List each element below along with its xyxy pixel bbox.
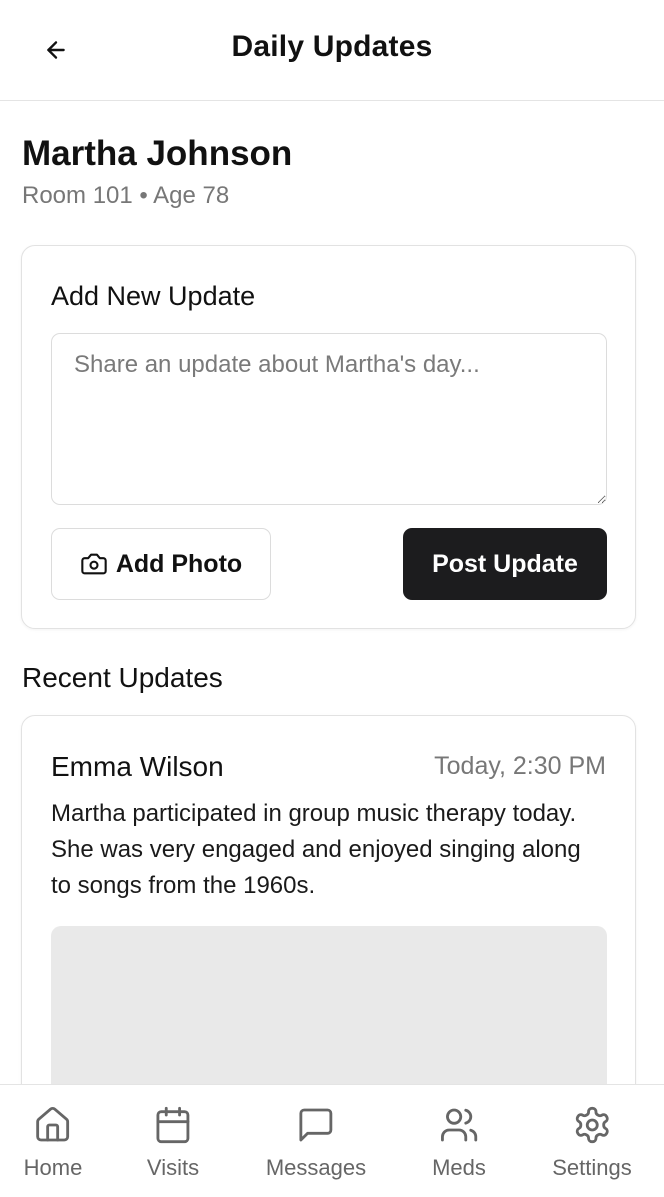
- resident-name: Martha Johnson: [22, 134, 293, 173]
- update-textarea[interactable]: [51, 333, 607, 505]
- gear-icon: [575, 1106, 609, 1144]
- nav-item-messages[interactable]: Messages: [266, 1105, 366, 1181]
- recent-updates-title: Recent Updates: [22, 662, 223, 693]
- calendar-icon: [156, 1106, 190, 1144]
- add-photo-label: Add Photo: [115, 549, 243, 578]
- add-update-title: Add New Update: [51, 281, 256, 311]
- nav-label-visits: Visits: [146, 1155, 200, 1180]
- nav-item-settings[interactable]: Settings: [552, 1105, 632, 1181]
- bottom-nav: Home Visits Messages Meds Settings: [0, 1084, 664, 1197]
- add-photo-button[interactable]: Add Photo: [51, 528, 271, 600]
- camera-icon: [81, 553, 107, 575]
- home-icon: [36, 1106, 70, 1142]
- nav-label-settings: Settings: [552, 1155, 632, 1180]
- page-title: Daily Updates: [231, 30, 433, 63]
- message-icon: [299, 1108, 333, 1142]
- post-update-button[interactable]: Post Update: [403, 528, 607, 600]
- app-header: Daily Updates: [0, 0, 664, 101]
- nav-item-home[interactable]: Home: [23, 1105, 83, 1181]
- resident-meta: Room 101 • Age 78: [22, 182, 230, 209]
- update-author: Emma Wilson: [51, 751, 224, 782]
- nav-label-home: Home: [23, 1155, 83, 1180]
- add-update-card: Add New Update Add Photo Post Update: [21, 245, 636, 629]
- app-screen: Daily Updates Martha Johnson Room 101 • …: [0, 0, 664, 1197]
- nav-label-meds: Meds: [432, 1155, 486, 1180]
- update-timestamp: Today, 2:30 PM: [434, 752, 606, 780]
- update-text: Martha participated in group music thera…: [51, 800, 581, 899]
- nav-label-messages: Messages: [265, 1155, 367, 1180]
- nav-item-visits[interactable]: Visits: [147, 1105, 199, 1181]
- users-icon: [440, 1108, 478, 1142]
- nav-item-meds[interactable]: Meds: [432, 1105, 486, 1181]
